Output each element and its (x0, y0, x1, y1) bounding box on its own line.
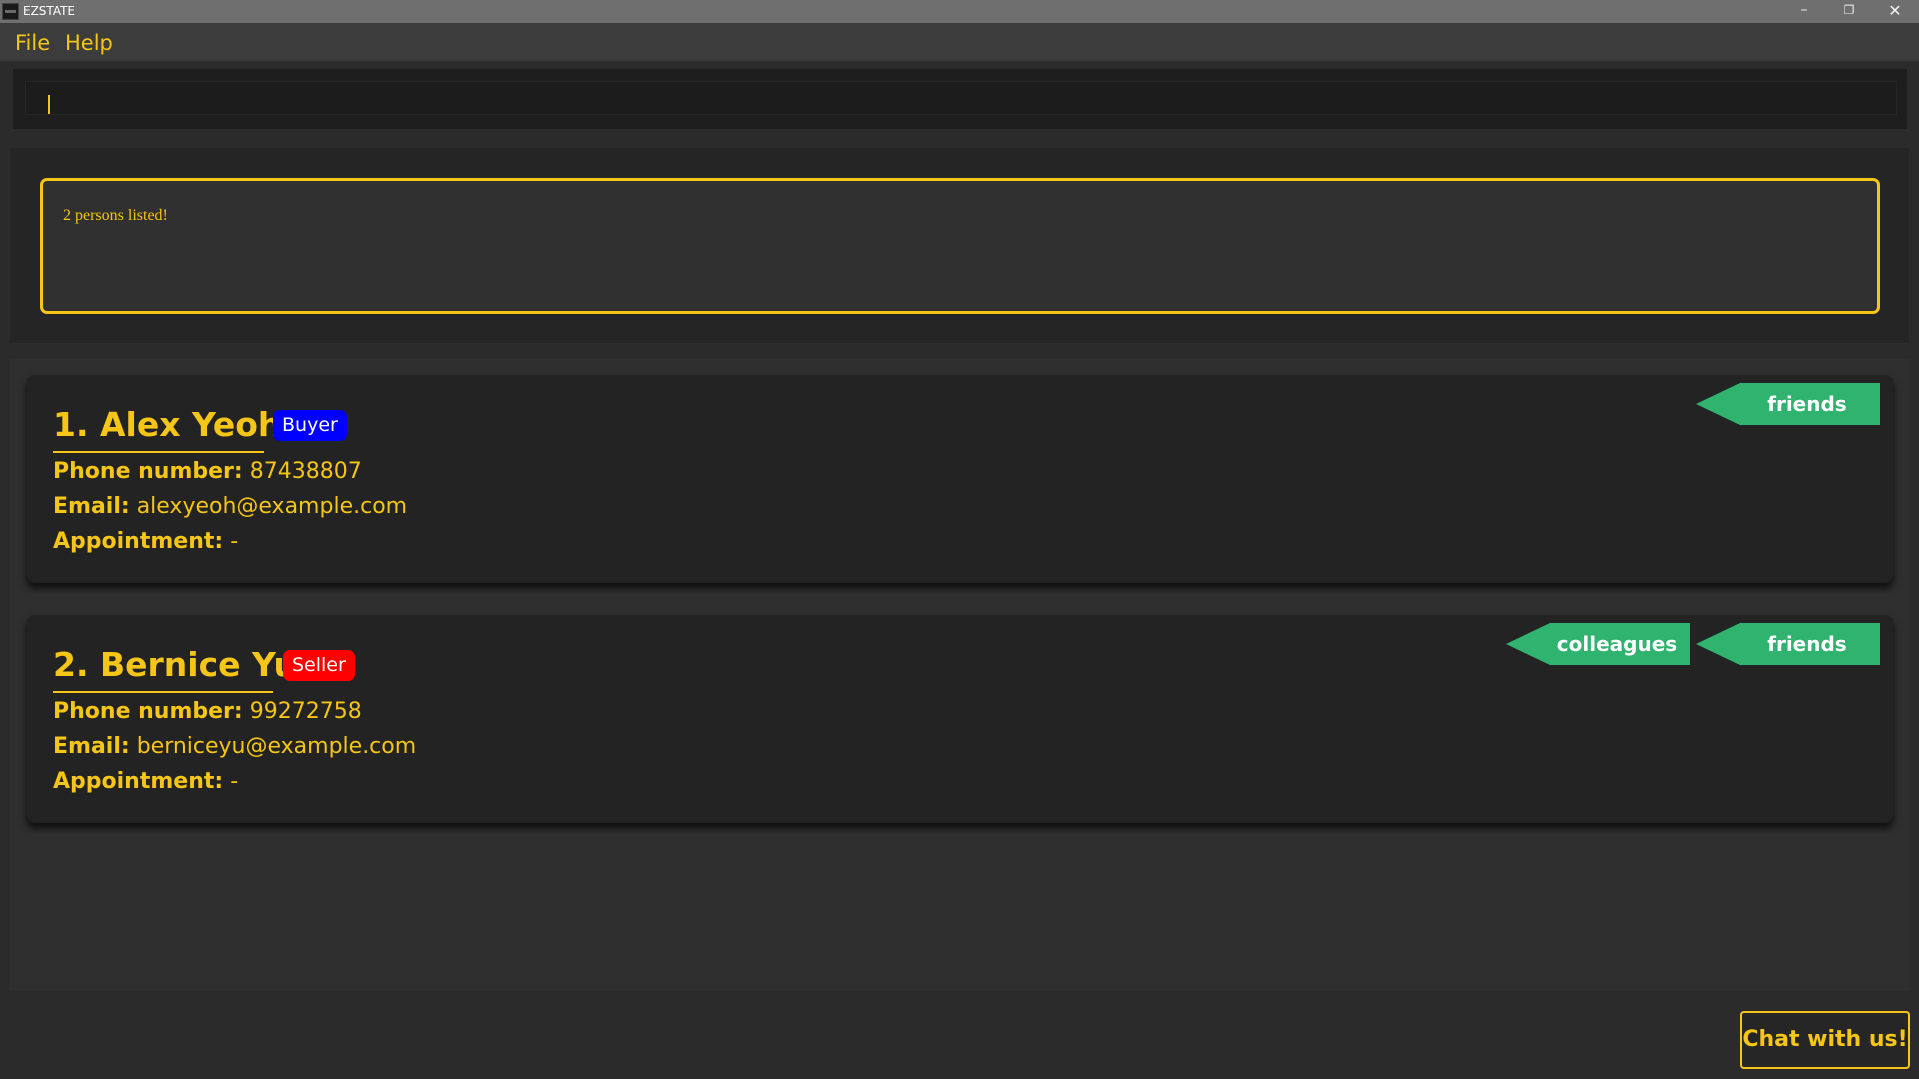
result-display: 2 persons listed! (40, 178, 1880, 314)
appointment-label: Appointment: (53, 529, 224, 554)
person-list[interactable]: 1. Alex Yeoh Buyer Phone number: 8743880… (10, 359, 1909, 991)
tag-friends: friends (1696, 623, 1880, 665)
command-input[interactable] (25, 81, 1897, 115)
person-card[interactable]: 2. Bernice Yu Seller Phone number: 99272… (27, 615, 1893, 823)
email-value: alexyeoh@example.com (136, 494, 408, 519)
appointment-row: Appointment: - (53, 529, 238, 554)
name-underline (53, 691, 273, 693)
minimize-button[interactable]: – (1781, 0, 1827, 23)
title-bar: EZSTATE – ❐ ✕ (0, 0, 1919, 23)
close-button[interactable]: ✕ (1872, 0, 1918, 23)
phone-label: Phone number: (53, 459, 243, 484)
person-index: 2. (53, 645, 89, 684)
appointment-row: Appointment: - (53, 769, 238, 794)
restore-button[interactable]: ❐ (1826, 0, 1872, 23)
person-card[interactable]: 1. Alex Yeoh Buyer Phone number: 8743880… (27, 375, 1893, 583)
name-underline (53, 451, 264, 453)
email-value: berniceyu@example.com (136, 734, 417, 759)
window-title: EZSTATE (23, 4, 76, 18)
tag-friends: friends (1696, 383, 1880, 425)
phone-row: Phone number: 87438807 (53, 459, 362, 484)
person-name-heading: 1. Alex Yeoh (53, 405, 281, 444)
person-index: 1. (53, 405, 89, 444)
person-name-heading: 2. Bernice Yu (53, 645, 297, 684)
phone-value: 99272758 (249, 699, 362, 724)
result-display-panel: 2 persons listed! (10, 148, 1909, 343)
menu-help[interactable]: Help (65, 31, 113, 55)
person-name: Alex Yeoh (100, 405, 282, 444)
tag-colleagues: colleagues (1506, 623, 1690, 665)
phone-label: Phone number: (53, 699, 243, 724)
menu-bar: File Help (0, 23, 1919, 61)
result-message: 2 persons listed! (63, 207, 168, 224)
role-badge-buyer: Buyer (273, 410, 347, 441)
role-badge-seller: Seller (283, 650, 355, 681)
person-name: Bernice Yu (100, 645, 298, 684)
text-caret (48, 95, 50, 114)
appointment-value: - (230, 529, 239, 554)
appointment-value: - (230, 769, 239, 794)
email-row: Email: alexyeoh@example.com (53, 494, 407, 519)
phone-row: Phone number: 99272758 (53, 699, 362, 724)
appointment-label: Appointment: (53, 769, 224, 794)
chat-with-us-button[interactable]: Chat with us! (1740, 1011, 1910, 1069)
email-label: Email: (53, 494, 130, 519)
email-label: Email: (53, 734, 130, 759)
menu-file[interactable]: File (15, 31, 50, 55)
app-logo-icon (2, 3, 19, 20)
command-box (13, 69, 1907, 129)
phone-value: 87438807 (249, 459, 362, 484)
email-row: Email: berniceyu@example.com (53, 734, 416, 759)
